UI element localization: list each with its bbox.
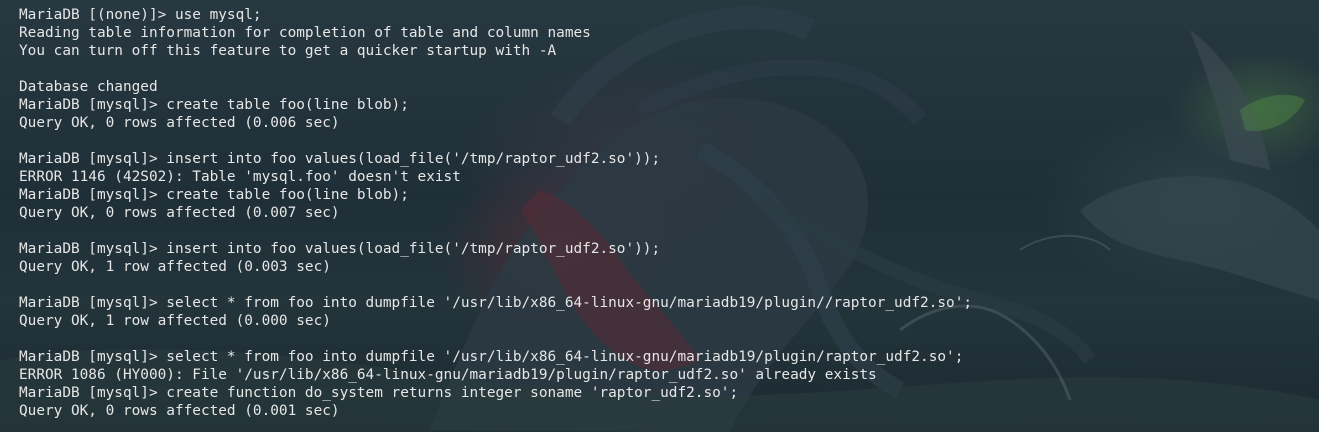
terminal-line: Query OK, 0 rows affected (0.006 sec)	[19, 115, 340, 131]
terminal-line: MariaDB [mysql]> insert into foo values(…	[19, 151, 661, 167]
terminal-line: MariaDB [mysql]> create table foo(line b…	[19, 97, 409, 113]
terminal-line: Query OK, 1 row affected (0.003 sec)	[19, 259, 331, 275]
terminal-line: MariaDB [mysql]> select * from foo into …	[19, 295, 973, 311]
terminal-line: MariaDB [mysql]> create function do_syst…	[19, 385, 739, 401]
terminal-line: Query OK, 0 rows affected (0.001 sec)	[19, 403, 340, 419]
terminal-line: MariaDB [(none)]> use mysql;	[19, 7, 262, 23]
terminal-line: Reading table information for completion…	[19, 25, 591, 41]
terminal-line: MariaDB [mysql]> create table foo(line b…	[19, 187, 409, 203]
terminal-output[interactable]: MariaDB [(none)]> use mysql; Reading tabl…	[19, 6, 972, 420]
terminal-line: Query OK, 1 row affected (0.000 sec)	[19, 313, 331, 329]
wallpaper-splash	[1019, 234, 1111, 251]
terminal-line: ERROR 1146 (42S02): Table 'mysql.foo' do…	[19, 169, 461, 185]
terminal-line: Query OK, 0 rows affected (0.007 sec)	[19, 205, 340, 221]
wallpaper-green-glow	[1240, 94, 1305, 131]
terminal-line: ERROR 1086 (HY000): File '/usr/lib/x86_6…	[19, 367, 877, 383]
terminal-line: You can turn off this feature to get a q…	[19, 43, 557, 59]
wallpaper-creature-right	[1080, 176, 1319, 300]
terminal-line: Database changed	[19, 79, 158, 95]
wallpaper-fin	[1190, 30, 1270, 170]
terminal-window[interactable]: MariaDB [(none)]> use mysql; Reading tabl…	[0, 0, 1319, 432]
terminal-line: MariaDB [mysql]> insert into foo values(…	[19, 241, 661, 257]
terminal-line: MariaDB [mysql]> select * from foo into …	[19, 349, 964, 365]
